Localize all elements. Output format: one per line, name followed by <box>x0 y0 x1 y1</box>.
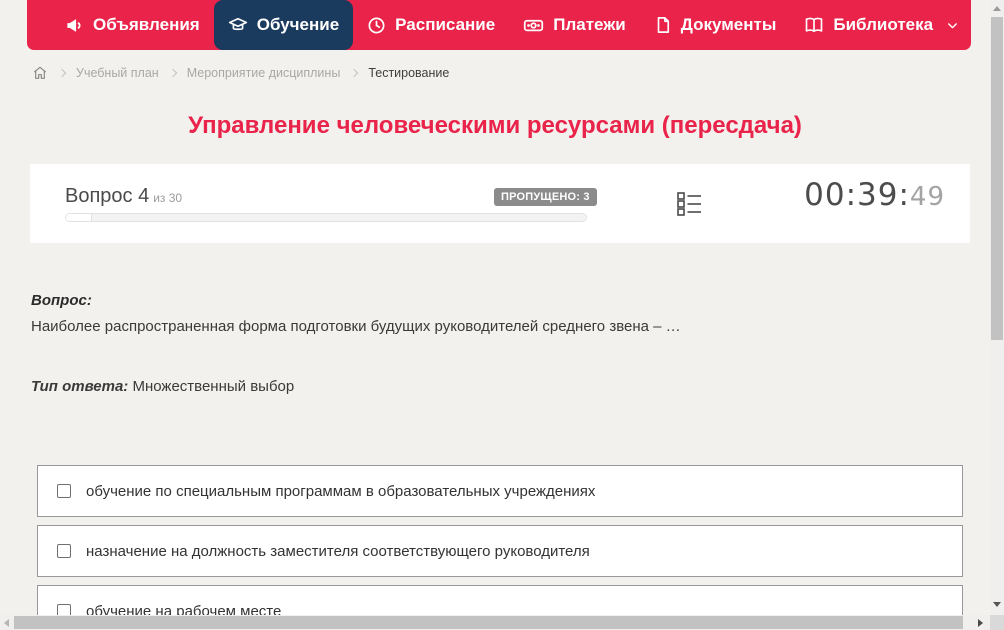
page-title: Управление человеческими ресурсами (пере… <box>188 112 802 139</box>
answer-option-label: обучение по специальным программам в обр… <box>86 482 596 500</box>
checkbox[interactable] <box>57 484 71 498</box>
nav-item-label: Библиотека <box>833 15 934 34</box>
question-heading: Вопрос: <box>31 292 92 309</box>
timer-seconds: 49 <box>909 182 945 212</box>
breadcrumb-separator-icon <box>57 68 67 78</box>
breadcrumb-item-discipline-event[interactable]: Мероприятие дисциплины <box>187 66 341 80</box>
scroll-left-arrow-icon[interactable] <box>4 619 9 627</box>
scrollbar-corner <box>990 615 1004 630</box>
chevron-down-icon <box>946 19 959 32</box>
question-header-card: Вопрос 4 из 30 ПРОПУЩЕНО: 3 00:39:49 <box>30 164 970 243</box>
progress-bar <box>65 213 587 222</box>
horizontal-scrollbar[interactable] <box>0 615 990 630</box>
checkbox[interactable] <box>57 544 71 558</box>
question-number-label: Вопрос 4 <box>65 185 150 207</box>
breadcrumb-item-curriculum[interactable]: Учебный план <box>76 66 159 80</box>
clock-icon <box>367 16 386 35</box>
vertical-scrollbar-thumb[interactable] <box>991 17 1003 340</box>
breadcrumb-separator-icon <box>350 68 359 78</box>
question-of-total: из 30 <box>153 191 183 205</box>
nav-item-documents[interactable]: Документы <box>640 0 791 50</box>
scroll-up-arrow-icon[interactable] <box>993 6 1001 11</box>
timer-main: 00:39: <box>804 177 910 213</box>
top-navbar: Объявления Обучение Расписание Платежи Д… <box>27 0 971 50</box>
progress-fill <box>66 214 92 221</box>
question-text: Наиболее распространенная форма подготов… <box>31 318 681 335</box>
nav-item-label: Обучение <box>256 15 340 34</box>
answer-type-label: Тип ответа: <box>31 378 129 395</box>
book-icon <box>804 15 824 35</box>
nav-item-label: Документы <box>680 15 777 34</box>
breadcrumb-item-testing: Тестирование <box>368 66 450 80</box>
nav-item-education[interactable]: Обучение <box>213 0 354 50</box>
breadcrumb: Учебный план Мероприятие дисциплины Тест… <box>32 63 449 83</box>
answer-type-row: Тип ответа: Множественный выбор <box>31 378 294 395</box>
scroll-down-arrow-icon[interactable] <box>993 602 1001 607</box>
answer-type-value: Множественный выбор <box>132 378 295 395</box>
banknote-icon <box>523 15 544 36</box>
nav-item-announcements[interactable]: Объявления <box>51 0 214 50</box>
nav-item-label: Объявления <box>93 15 200 34</box>
skipped-badge: ПРОПУЩЕНО: 3 <box>494 188 597 206</box>
graduation-cap-icon <box>228 15 248 35</box>
nav-item-label: Платежи <box>553 15 626 34</box>
nav-item-label: Расписание <box>395 15 496 34</box>
answer-option[interactable]: обучение по специальным программам в обр… <box>37 465 963 517</box>
question-number: Вопрос 4 из 30 <box>65 185 182 208</box>
nav-item-library[interactable]: Библиотека <box>790 0 973 50</box>
breadcrumb-separator-icon <box>168 68 177 78</box>
horizontal-scrollbar-thumb[interactable] <box>14 616 963 629</box>
vertical-scrollbar[interactable] <box>990 0 1004 630</box>
home-icon[interactable] <box>32 65 48 81</box>
nav-item-payments[interactable]: Платежи <box>509 0 640 50</box>
nav-item-schedule[interactable]: Расписание <box>353 0 509 50</box>
answer-option-label: назначение на должность заместителя соот… <box>86 542 590 560</box>
answer-option[interactable]: назначение на должность заместителя соот… <box>37 525 963 577</box>
timer: 00:39:49 <box>804 177 945 213</box>
answer-options: обучение по специальным программам в обр… <box>37 465 963 630</box>
scroll-right-arrow-icon[interactable] <box>978 619 983 627</box>
question-list-icon[interactable] <box>676 190 703 222</box>
document-icon <box>654 16 672 34</box>
megaphone-icon <box>65 16 84 35</box>
